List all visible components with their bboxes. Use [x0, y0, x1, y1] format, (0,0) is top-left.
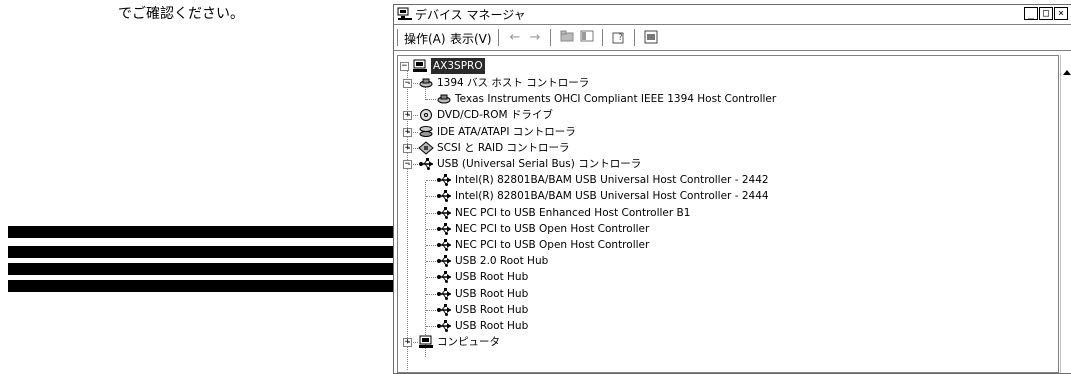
menu-action[interactable]: 操作(A): [404, 30, 446, 47]
device-manager-icon: [397, 7, 412, 20]
tree-node-label: DVD/CD-ROM ドライブ: [437, 109, 553, 122]
scan-hardware-icon: [644, 30, 658, 44]
usb-icon: [437, 287, 451, 300]
tree-pane-icon: [580, 30, 594, 42]
tree-node-label: Intel(R) 82801BA/BAM USB Universal Host …: [455, 190, 769, 203]
tree-node-label: USB Root Hub: [455, 303, 529, 316]
tree-node-label: NEC PCI to USB Open Host Controller: [455, 239, 650, 251]
scsi-icon: [418, 141, 434, 155]
title-bar[interactable]: デバイス マネージャ _ □ ×: [394, 5, 1071, 25]
toolbar-separator: [602, 29, 604, 46]
tree-node-label: USB 2.0 Root Hub: [455, 255, 549, 268]
tree-connector: [408, 342, 418, 344]
tree-connector: [426, 245, 436, 246]
usb-icon: [437, 174, 451, 187]
tree-connector: [426, 196, 436, 198]
usb-icon: [437, 239, 451, 251]
tree-node-label: NEC PCI to USB Open Host Controller: [455, 222, 650, 235]
minimize-button[interactable]: _: [1024, 7, 1038, 20]
menu-toolbar: 操作(A) 表示(V) ← → ?: [394, 25, 1071, 51]
tree-connector: [426, 277, 436, 279]
usb-icon: [437, 271, 451, 284]
tree-connector: [408, 115, 418, 117]
scan-hardware-button[interactable]: [642, 30, 660, 45]
tree-root-label: AX3SPRO: [431, 58, 485, 74]
device-manager-window: デバイス マネージャ _ □ × 操作(A) 表示(V) ← → ? − AX3…: [393, 4, 1071, 374]
ide-controller-icon: [419, 125, 433, 137]
tree-connector: [426, 326, 436, 327]
maximize-button[interactable]: □: [1039, 7, 1053, 20]
tree-node-label: USB Root Hub: [455, 320, 529, 332]
tree-connector: [408, 147, 418, 149]
usb-icon: [437, 190, 451, 203]
usb-icon: [437, 255, 451, 268]
device-tree-pane: − AX3SPRO −1394 バス ホスト コントローラ Texas Instr…: [397, 55, 1059, 373]
tree-node-label: コンピュータ: [437, 336, 500, 349]
tree-connector: [425, 182, 426, 357]
close-button[interactable]: ×: [1054, 7, 1068, 20]
forward-button[interactable]: →: [526, 30, 544, 45]
tree-connector: [408, 83, 418, 84]
usb-icon: [437, 320, 451, 332]
properties-button[interactable]: ?: [610, 30, 628, 45]
tree-node-label: NEC PCI to USB Enhanced Host Controller …: [455, 206, 691, 219]
tree-node-label: USB (Universal Serial Bus) コントローラ: [437, 158, 642, 170]
collapse-toggle[interactable]: −: [400, 62, 409, 71]
usb-icon: [419, 158, 433, 170]
tree-connector: [426, 212, 436, 214]
tree-connector: [426, 228, 436, 230]
svg-text:?: ?: [618, 33, 623, 43]
tree-connector: [426, 99, 436, 101]
tree-connector: [426, 309, 436, 311]
menu-separator: [397, 29, 399, 46]
up-folder-button[interactable]: [558, 30, 576, 45]
tree-node-label: Intel(R) 82801BA/BAM USB Universal Host …: [455, 174, 769, 187]
tree-connector: [426, 180, 436, 182]
tree-node-label: USB Root Hub: [455, 271, 529, 284]
ieee1394-icon: [419, 78, 433, 88]
ieee1394-icon: [437, 94, 451, 104]
usb-icon: [437, 222, 451, 235]
scroll-up-arrow-icon[interactable]: [1061, 67, 1071, 77]
tree-node-label: IDE ATA/ATAPI コントローラ: [437, 125, 576, 138]
menu-view[interactable]: 表示(V): [450, 30, 492, 47]
tree-node-label: 1394 バス ホスト コントローラ: [437, 77, 590, 89]
cdrom-icon: [420, 109, 432, 122]
tree-connector: [408, 164, 418, 165]
show-hide-tree-button[interactable]: [578, 30, 596, 45]
tree-connector: [426, 293, 436, 295]
usb-icon: [437, 206, 451, 219]
page-caption: でご確認ください。: [118, 6, 244, 22]
toolbar-separator: [634, 29, 636, 46]
tree-connector: [426, 261, 436, 263]
window-title: デバイス マネージャ: [415, 8, 526, 22]
folder-icon: [560, 30, 574, 42]
tree-connector: [408, 131, 418, 133]
computer-icon: [419, 335, 433, 349]
toolbar-separator: [498, 29, 500, 46]
vertical-scrollbar[interactable]: [1060, 55, 1071, 373]
tree-node-label: SCSI と RAID コントローラ: [437, 141, 570, 154]
properties-icon: ?: [612, 32, 624, 44]
tree-node-label: USB Root Hub: [455, 287, 529, 300]
back-button[interactable]: ←: [506, 30, 524, 45]
usb-icon: [437, 303, 451, 316]
toolbar-separator: [550, 29, 552, 46]
tree-node-label: Texas Instruments OHCI Compliant IEEE 13…: [455, 93, 777, 106]
computer-icon: [413, 59, 427, 72]
